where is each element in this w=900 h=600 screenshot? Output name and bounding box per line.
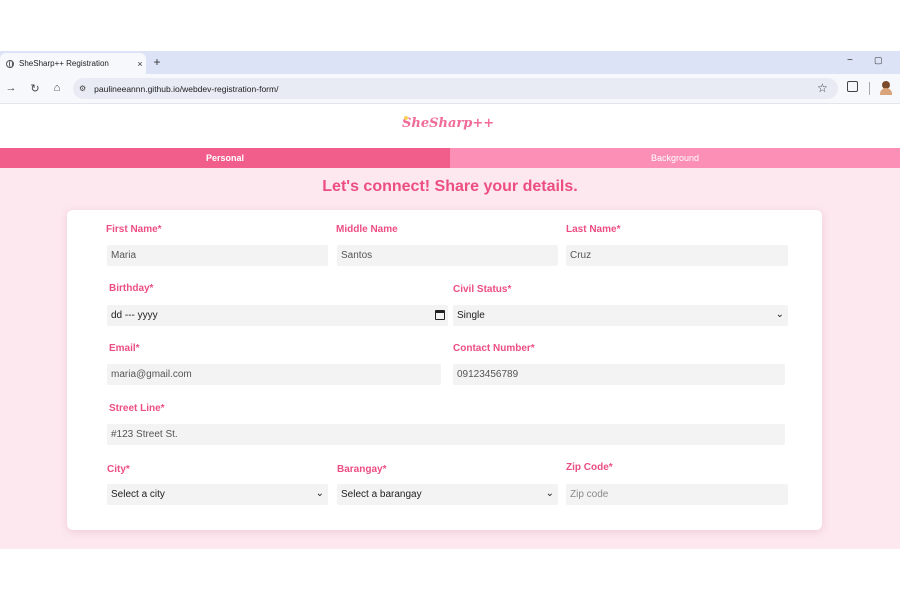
toolbar-divider [869,82,870,95]
browser-tab[interactable]: SheSharp++ Registration × [0,53,146,74]
maximize-button[interactable]: ▢ [874,55,883,66]
last-name-value: Cruz [570,250,592,261]
first-name-label: First Name* [106,224,162,235]
contact-number-input[interactable]: 09123456789 [453,364,785,385]
email-input[interactable]: maria@gmail.com [107,364,441,385]
last-name-input[interactable]: Cruz [566,245,788,266]
zip-code-input[interactable]: Zip code [566,484,788,505]
svg-text:SheSharp++: SheSharp++ [402,116,494,131]
street-line-value: #123 Street St. [111,429,178,440]
zip-code-label: Zip Code* [566,462,613,473]
bookmark-star-icon[interactable]: ☆ [817,81,828,95]
civil-status-value: Single [457,310,485,321]
globe-icon [6,59,14,68]
page-title: Let's connect! Share your details. [322,178,578,195]
street-line-input[interactable]: #123 Street St. [107,424,785,445]
first-name-value: Maria [111,250,137,261]
birthday-label: Birthday* [109,283,154,294]
reload-icon[interactable]: ↻ [29,82,41,95]
home-icon[interactable]: ⌂ [51,82,63,94]
birthday-date-input[interactable]: dd --- yyyy [107,305,448,326]
chevron-down-icon: ⌄ [545,488,554,499]
last-name-label: Last Name* [566,224,621,235]
browser-toolbar: → ↻ ⌂ ⚙ paulineeannn.github.io/webdev-re… [0,74,900,104]
tab-title: SheSharp++ Registration [19,59,109,68]
middle-name-label: Middle Name [336,224,398,235]
chevron-down-icon: ⌄ [315,488,324,499]
screen-bottom-margin [0,549,900,600]
barangay-value: Select a barangay [341,489,422,500]
middle-name-value: Santos [341,250,373,261]
forward-icon[interactable]: → [5,82,17,94]
new-tab-button[interactable]: + [150,55,164,69]
barangay-select[interactable]: Select a barangay ⌄ [337,484,558,505]
civil-status-label: Civil Status* [453,284,512,295]
city-label: City* [107,464,130,475]
address-bar[interactable]: ⚙ paulineeannn.github.io/webdev-registra… [73,78,838,99]
calendar-icon[interactable] [435,310,445,320]
tab-background[interactable]: Background [450,148,900,168]
close-icon[interactable]: × [134,59,146,69]
minimize-button[interactable]: − [847,55,853,66]
extensions-icon[interactable] [847,81,858,92]
city-select[interactable]: Select a city ⌄ [107,484,328,505]
screen-top-margin [0,0,900,51]
city-value: Select a city [111,489,165,500]
email-value: maria@gmail.com [111,369,192,380]
barangay-label: Barangay* [337,464,387,475]
civil-status-select[interactable]: Single ⌄ [453,305,788,326]
contact-number-value: 09123456789 [457,369,519,380]
middle-name-input[interactable]: Santos [337,245,558,266]
first-name-input[interactable]: Maria [107,245,328,266]
profile-avatar[interactable] [880,81,892,95]
email-label: Email* [109,343,140,354]
tab-personal[interactable]: Personal [0,148,450,168]
registration-form-card: First Name* Maria Middle Name Santos Las… [67,210,822,530]
form-steps: Personal Background [0,148,900,168]
zip-code-placeholder: Zip code [570,489,609,500]
browser-tab-bar: SheSharp++ Registration × [0,51,900,74]
street-line-label: Street Line* [109,403,165,414]
chevron-down-icon: ⌄ [775,309,784,320]
site-settings-icon[interactable]: ⚙ [79,84,86,93]
url-text: paulineeannn.github.io/webdev-registrati… [94,83,279,94]
birthday-value: dd --- yyyy [111,310,158,321]
shesharp-logo: SheSharp++ [400,110,500,140]
contact-number-label: Contact Number* [453,343,535,354]
